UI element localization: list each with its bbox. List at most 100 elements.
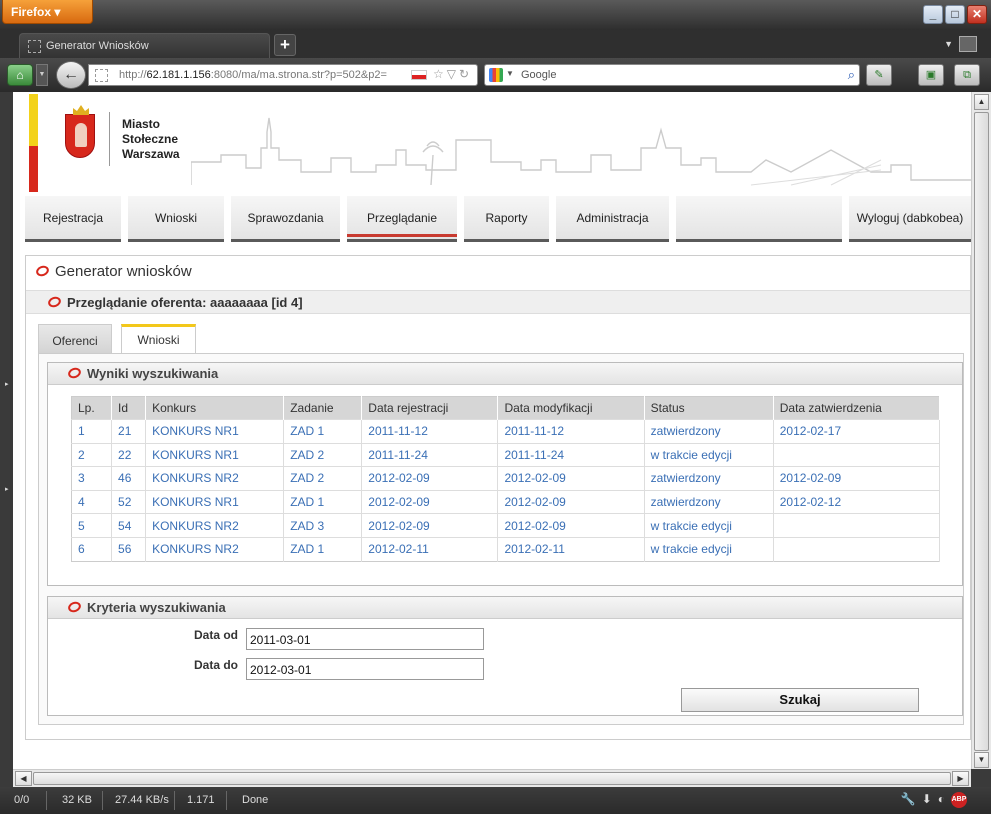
table-cell: zatwierdzony bbox=[644, 489, 774, 514]
column-header: Data rejestracji bbox=[361, 396, 499, 420]
globe-icon[interactable]: ◐ bbox=[938, 792, 945, 808]
table-cell: 5 bbox=[71, 513, 113, 538]
google-icon[interactable] bbox=[489, 68, 503, 82]
history-dropdown-icon[interactable]: ▼ bbox=[36, 64, 48, 86]
date-from-label: Data od bbox=[194, 628, 239, 642]
highlighter-icon[interactable]: ✎ bbox=[866, 64, 892, 86]
date-to-input[interactable]: 2012-03-01 bbox=[246, 658, 484, 680]
site-identity-icon[interactable] bbox=[95, 69, 108, 82]
maximize-button[interactable]: □ bbox=[945, 5, 965, 24]
addon-icon[interactable]: ▣ bbox=[918, 64, 944, 86]
table-row[interactable]: 1 21 KONKURS NR1 ZAD 1 2011-11-12 2011-11-12 z… bbox=[71, 419, 941, 444]
table-cell: 2 bbox=[71, 442, 113, 467]
menu-label: Przeglądanie bbox=[366, 211, 438, 225]
main-panel: Generator wniosków Przeglądanie oferenta… bbox=[25, 255, 971, 740]
search-box[interactable]: ▼ Google ⌕ bbox=[484, 64, 860, 86]
status-state: Done bbox=[242, 794, 269, 806]
date-from-input[interactable]: 2011-03-01 bbox=[246, 628, 484, 650]
firefox-menu-button[interactable]: Firefox ▾ bbox=[2, 0, 93, 24]
bookmarks-icon[interactable]: ⧉ bbox=[954, 64, 980, 86]
vertical-scrollbar[interactable]: ▲ ▼ bbox=[971, 92, 991, 769]
address-bar[interactable]: http://62.181.1.156:8080/ma/ma.strona.st… bbox=[88, 64, 478, 86]
tab-strip: Generator Wniosków + ▼ bbox=[0, 30, 991, 58]
table-row[interactable]: 2 22 KONKURS NR1 ZAD 2 2011-11-24 2011-11-24 w… bbox=[71, 442, 941, 467]
new-tab-button[interactable]: + bbox=[274, 34, 296, 56]
criteria-header: Kryteria wyszukiwania bbox=[48, 597, 962, 619]
status-count: 0/0 bbox=[14, 794, 30, 806]
search-placeholder: Google bbox=[521, 69, 557, 81]
browser-tab[interactable]: Generator Wniosków bbox=[19, 33, 270, 58]
scroll-down-icon[interactable]: ▼ bbox=[974, 752, 989, 768]
engine-dropdown-icon[interactable]: ▼ bbox=[506, 69, 514, 78]
table-cell[interactable]: KONKURS NR1 bbox=[145, 442, 285, 467]
table-cell[interactable]: KONKURS NR1 bbox=[145, 489, 285, 514]
adblock-icon[interactable]: ABP bbox=[951, 792, 967, 808]
table-cell: 56 bbox=[111, 536, 147, 562]
scroll-right-icon[interactable]: ▶ bbox=[952, 771, 969, 786]
table-cell: 2012-02-09 bbox=[773, 466, 941, 491]
url-dropdown-icon[interactable]: ▽ bbox=[447, 67, 459, 81]
scroll-left-icon[interactable]: ◀ bbox=[15, 771, 32, 786]
sidebar-edge: ▸ ▸ bbox=[0, 92, 13, 769]
horizontal-scroll-thumb[interactable] bbox=[33, 772, 951, 785]
collapse-arrow-icon[interactable]: ▸ bbox=[5, 485, 9, 493]
download-icon[interactable]: ⬇ bbox=[922, 792, 932, 808]
menu-item-przegladanie[interactable]: Przeglądanie bbox=[347, 196, 457, 242]
logo-line: Stołeczne bbox=[122, 132, 179, 146]
menu-item-raporty[interactable]: Raporty bbox=[464, 196, 549, 242]
tab-groups-icon[interactable] bbox=[959, 36, 977, 52]
table-cell[interactable]: KONKURS NR1 bbox=[145, 419, 285, 444]
table-cell: 3 bbox=[71, 466, 113, 491]
url-text: http://62.181.1.156:8080/ma/ma.strona.st… bbox=[119, 69, 387, 81]
status-size: 32 KB bbox=[62, 794, 92, 806]
table-cell: 1 bbox=[71, 419, 113, 444]
active-indicator bbox=[347, 234, 457, 237]
table-cell: w trakcie edycji bbox=[644, 442, 774, 467]
table-cell[interactable]: KONKURS NR2 bbox=[145, 536, 285, 562]
scroll-up-icon[interactable]: ▲ bbox=[974, 94, 989, 110]
page-title: Generator wniosków bbox=[34, 263, 192, 280]
table-cell: 54 bbox=[111, 513, 147, 538]
flag-icon bbox=[410, 69, 427, 80]
horizontal-scrollbar[interactable]: ◀ ▶ bbox=[13, 769, 971, 787]
table-row[interactable]: 4 52 KONKURS NR1 ZAD 1 2012-02-09 2012-02-09 z… bbox=[71, 489, 941, 514]
table-cell: 22 bbox=[111, 442, 147, 467]
table-row[interactable]: 6 56 KONKURS NR2 ZAD 1 2012-02-11 2012-02-11 w… bbox=[71, 536, 941, 562]
menu-item-logout[interactable]: Wyloguj (dabkobea) bbox=[849, 196, 971, 242]
table-cell: 2012-02-09 bbox=[497, 466, 645, 491]
table-cell[interactable]: KONKURS NR2 bbox=[145, 466, 285, 491]
search-icon[interactable]: ⌕ bbox=[848, 67, 855, 83]
minimize-button[interactable]: _ bbox=[923, 5, 943, 24]
menu-item-wnioski[interactable]: Wnioski bbox=[128, 196, 224, 242]
menu-item-sprawozdania[interactable]: Sprawozdania bbox=[231, 196, 340, 242]
home-icon[interactable]: ⌂ bbox=[7, 64, 33, 86]
subtitle: Przeglądanie oferenta: aaaaaaaa [id 4] bbox=[46, 295, 303, 310]
tab-content: Wyniki wyszukiwania Lp. Id Konkurs Zadanie D… bbox=[38, 353, 964, 725]
table-cell: 6 bbox=[71, 536, 113, 562]
tab-list-dropdown-icon[interactable]: ▼ bbox=[944, 39, 953, 49]
menu-item-administracja[interactable]: Administracja bbox=[556, 196, 669, 242]
table-cell: 2012-02-09 bbox=[361, 489, 499, 514]
table-cell: 2012-02-11 bbox=[361, 536, 499, 562]
tab-oferenci[interactable]: Oferenci bbox=[38, 324, 112, 354]
tab-wnioski[interactable]: Wnioski bbox=[121, 324, 196, 354]
table-row[interactable]: 3 46 KONKURS NR2 ZAD 2 2012-02-09 2012-02-09 z… bbox=[71, 466, 941, 491]
reload-icon[interactable]: ↻ bbox=[459, 67, 472, 81]
table-cell: 2012-02-09 bbox=[497, 489, 645, 514]
table-row[interactable]: 5 54 KONKURS NR2 ZAD 3 2012-02-09 2012-02-09 w… bbox=[71, 513, 941, 538]
table-cell: w trakcie edycji bbox=[644, 513, 774, 538]
table-cell: 2012-02-12 bbox=[773, 489, 941, 514]
results-box: Wyniki wyszukiwania Lp. Id Konkurs Zadanie D… bbox=[47, 362, 963, 586]
collapse-arrow-icon[interactable]: ▸ bbox=[5, 380, 9, 388]
tools-icon[interactable]: 🔧 bbox=[901, 792, 916, 808]
table-cell: ZAD 2 bbox=[283, 442, 363, 467]
menu-label: Raporty bbox=[485, 211, 528, 225]
close-window-button[interactable]: ✕ bbox=[967, 5, 987, 24]
menu-item-rejestracja[interactable]: Rejestracja bbox=[25, 196, 121, 242]
search-button[interactable]: Szukaj bbox=[681, 688, 919, 712]
back-button[interactable]: ← bbox=[56, 61, 86, 89]
ring-icon bbox=[34, 264, 51, 278]
vertical-scroll-thumb[interactable] bbox=[974, 112, 989, 751]
table-cell[interactable]: KONKURS NR2 bbox=[145, 513, 285, 538]
bookmark-star-icon[interactable]: ☆ bbox=[433, 67, 447, 81]
